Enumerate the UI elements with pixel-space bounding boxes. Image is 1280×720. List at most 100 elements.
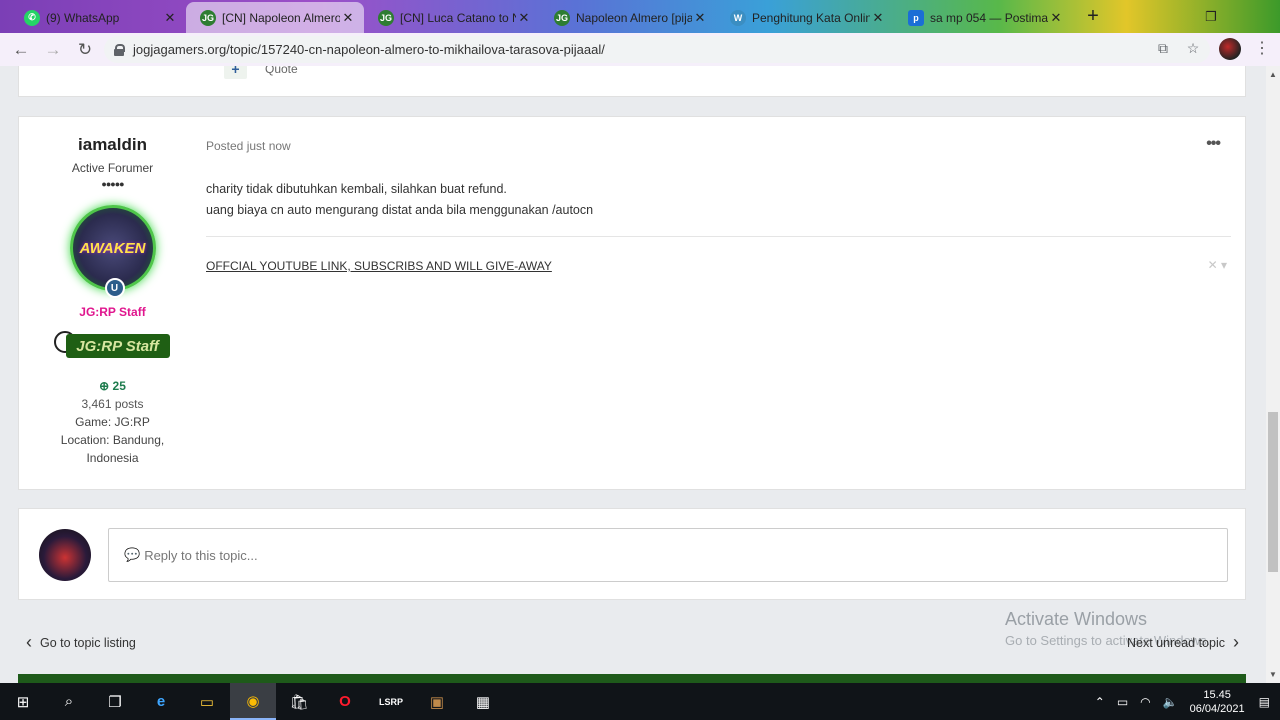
windows-start-icon[interactable]: ⊞ bbox=[0, 683, 46, 720]
chrome-icon[interactable]: ◉ bbox=[230, 683, 276, 720]
file-explorer-icon[interactable]: ▭ bbox=[184, 683, 230, 720]
game-icon[interactable]: ▣ bbox=[414, 683, 460, 720]
author-location-cont: Indonesia bbox=[86, 451, 139, 465]
translate-icon[interactable]: ⧉ bbox=[1154, 40, 1172, 58]
signature-link[interactable]: OFFCIAL YOUTUBE LINK, SUBSCRIBS AND WILL… bbox=[206, 259, 552, 273]
multiquote-plus-button[interactable]: + bbox=[224, 66, 247, 79]
author-rank: Active Forumer bbox=[71, 161, 154, 175]
post-body: charity tidak dibutuhkan kembali, silahk… bbox=[206, 179, 593, 221]
post-count: 3,461 posts bbox=[81, 397, 144, 411]
author-panel: iamaldin Active Forumer ●●●●● AWAKEN U J… bbox=[19, 117, 206, 467]
close-icon[interactable]: ✕ bbox=[692, 10, 708, 26]
close-icon[interactable]: ✕ bbox=[340, 10, 356, 26]
postimage-icon: p bbox=[908, 9, 924, 26]
close-icon[interactable]: ✕ bbox=[516, 10, 532, 26]
close-icon[interactable]: ✕ bbox=[1048, 10, 1064, 26]
rank-pips: ●●●●● bbox=[101, 179, 124, 189]
opera-icon[interactable]: O bbox=[322, 683, 368, 720]
chevron-right-icon: › bbox=[1232, 632, 1239, 652]
more-options-icon[interactable]: ••• bbox=[1206, 135, 1221, 153]
reload-button[interactable]: ↻ bbox=[74, 39, 96, 61]
tab-strip: ✆ (9) WhatsApp ✕ JG [CN] Napoleon Almero… bbox=[0, 0, 1280, 33]
search-icon[interactable]: ⌕ bbox=[46, 683, 92, 720]
scroll-down-icon[interactable]: ▼ bbox=[1269, 670, 1277, 679]
reply-card: 💬 Reply to this topic... bbox=[18, 508, 1246, 600]
tab-title: (9) WhatsApp bbox=[46, 10, 120, 25]
tab-title: Penghitung Kata Online bbox=[752, 10, 870, 25]
author-location: Location: Bandung, bbox=[60, 433, 165, 447]
author-meta: 3,461 posts Game: JG:RP Location: Bandun… bbox=[19, 395, 206, 467]
new-tab-button[interactable]: + bbox=[1083, 6, 1103, 26]
signature-options-icon[interactable]: ✕ ▾ bbox=[1208, 258, 1227, 272]
notification-icon[interactable]: ▤ bbox=[1259, 695, 1270, 709]
bookmark-star-icon[interactable]: ☆ bbox=[1184, 40, 1202, 58]
edge-icon[interactable]: e bbox=[138, 683, 184, 720]
reply-placeholder: Reply to this topic... bbox=[144, 547, 258, 563]
comment-icon: 💬 bbox=[124, 547, 141, 562]
profile-avatar[interactable] bbox=[1219, 38, 1241, 60]
clock-date: 06/04/2021 bbox=[1189, 702, 1245, 715]
post-actions: + Quote bbox=[224, 66, 298, 79]
windows-taskbar: ⊞ ⌕ ❐ e ▭ ◉ 🛍 O LSRP ▣ ▦ ⌃ ▭ ◠ 🔈 15.45 0… bbox=[0, 683, 1280, 720]
close-icon[interactable]: ✕ bbox=[162, 10, 178, 26]
post-card: iamaldin Active Forumer ●●●●● AWAKEN U J… bbox=[18, 116, 1246, 490]
jg-icon: JG bbox=[554, 9, 570, 26]
reputation-count: 25 bbox=[112, 379, 126, 393]
browser-toolbar: ← → ↻ jogjagamers.org/topic/157240-cn-na… bbox=[0, 33, 1280, 66]
next-unread-topic[interactable]: Next unread topic › bbox=[1127, 632, 1247, 653]
tab-napoleon-almero[interactable]: JG [CN] Napoleon Almero ✕ bbox=[186, 2, 364, 33]
post-date[interactable]: Posted just now bbox=[206, 139, 291, 153]
go-to-topic-listing-label: Go to topic listing bbox=[40, 635, 136, 650]
scroll-up-icon[interactable]: ▲ bbox=[1269, 70, 1277, 79]
browser-menu-icon[interactable]: ⋮ bbox=[1254, 38, 1270, 60]
tab-postimage[interactable]: p sa mp 054 — Postimag ✕ bbox=[894, 2, 1072, 33]
chevron-left-icon: ‹ bbox=[26, 632, 32, 652]
address-bar[interactable]: jogjagamers.org/topic/157240-cn-napoleon… bbox=[104, 36, 1210, 63]
close-icon[interactable]: ✕ bbox=[870, 10, 886, 26]
tab-title: [CN] Luca Catano to Na bbox=[400, 10, 516, 25]
store-icon[interactable]: 🛍 bbox=[276, 683, 322, 720]
author-name[interactable]: iamaldin bbox=[19, 135, 206, 155]
battery-icon[interactable]: ▭ bbox=[1117, 695, 1128, 709]
chevron-up-icon[interactable]: ⌃ bbox=[1095, 695, 1105, 709]
restore-window-button[interactable]: ❐ bbox=[1188, 0, 1234, 33]
lock-icon bbox=[114, 43, 125, 56]
signature-divider bbox=[206, 236, 1231, 237]
whatsapp-icon: ✆ bbox=[24, 9, 40, 26]
tab-whatsapp[interactable]: ✆ (9) WhatsApp ✕ bbox=[10, 2, 186, 33]
page-scrollbar[interactable]: ▲ ▼ bbox=[1266, 66, 1280, 683]
reputation-badge: ⊕ 25 bbox=[99, 379, 126, 393]
wifi-icon[interactable]: ◠ bbox=[1140, 695, 1150, 709]
volume-icon[interactable]: 🔈 bbox=[1163, 695, 1178, 709]
jg-icon: JG bbox=[200, 9, 216, 26]
author-group: JG:RP Staff bbox=[79, 305, 146, 319]
group-image: JG:RP Staff bbox=[53, 331, 172, 363]
tab-title: Napoleon Almero [pija bbox=[576, 10, 692, 25]
go-to-topic-listing[interactable]: ‹ Go to topic listing bbox=[18, 632, 136, 653]
lsrp-icon[interactable]: LSRP bbox=[368, 683, 414, 720]
forward-button[interactable]: → bbox=[42, 39, 64, 61]
footer-bar bbox=[18, 674, 1246, 683]
post-text-line: uang biaya cn auto mengurang distat anda… bbox=[206, 203, 594, 217]
system-tray: ⌃ ▭ ◠ 🔈 15.45 06/04/2021 ▤ bbox=[1089, 683, 1280, 720]
jg-icon: JG bbox=[378, 9, 394, 26]
next-unread-topic-label: Next unread topic bbox=[1127, 635, 1225, 650]
task-view-icon[interactable]: ❐ bbox=[92, 683, 138, 720]
back-button[interactable]: ← bbox=[10, 39, 32, 61]
previous-post-card: + Quote bbox=[18, 66, 1246, 97]
reply-input[interactable]: 💬 Reply to this topic... bbox=[108, 528, 1228, 582]
author-avatar[interactable]: AWAKEN U bbox=[69, 205, 156, 298]
clock-time: 15.45 bbox=[1203, 688, 1231, 701]
quote-link[interactable]: Quote bbox=[265, 66, 298, 76]
clock[interactable]: 15.45 06/04/2021 bbox=[1190, 688, 1245, 716]
group-image-label: JG:RP Staff bbox=[65, 334, 170, 358]
tab-title: sa mp 054 — Postimag bbox=[930, 10, 1048, 25]
tab-luca-catano[interactable]: JG [CN] Luca Catano to Na ✕ bbox=[364, 2, 540, 33]
current-user-avatar[interactable] bbox=[39, 529, 91, 581]
scrollbar-thumb[interactable] bbox=[1268, 412, 1278, 572]
avatar-text: AWAKEN bbox=[79, 239, 146, 257]
tab-title: [CN] Napoleon Almero bbox=[222, 10, 340, 25]
calculator-icon[interactable]: ▦ bbox=[460, 683, 506, 720]
tab-napoleon-pija[interactable]: JG Napoleon Almero [pija ✕ bbox=[540, 2, 716, 33]
tab-penghitung-kata[interactable]: W Penghitung Kata Online ✕ bbox=[716, 2, 894, 33]
